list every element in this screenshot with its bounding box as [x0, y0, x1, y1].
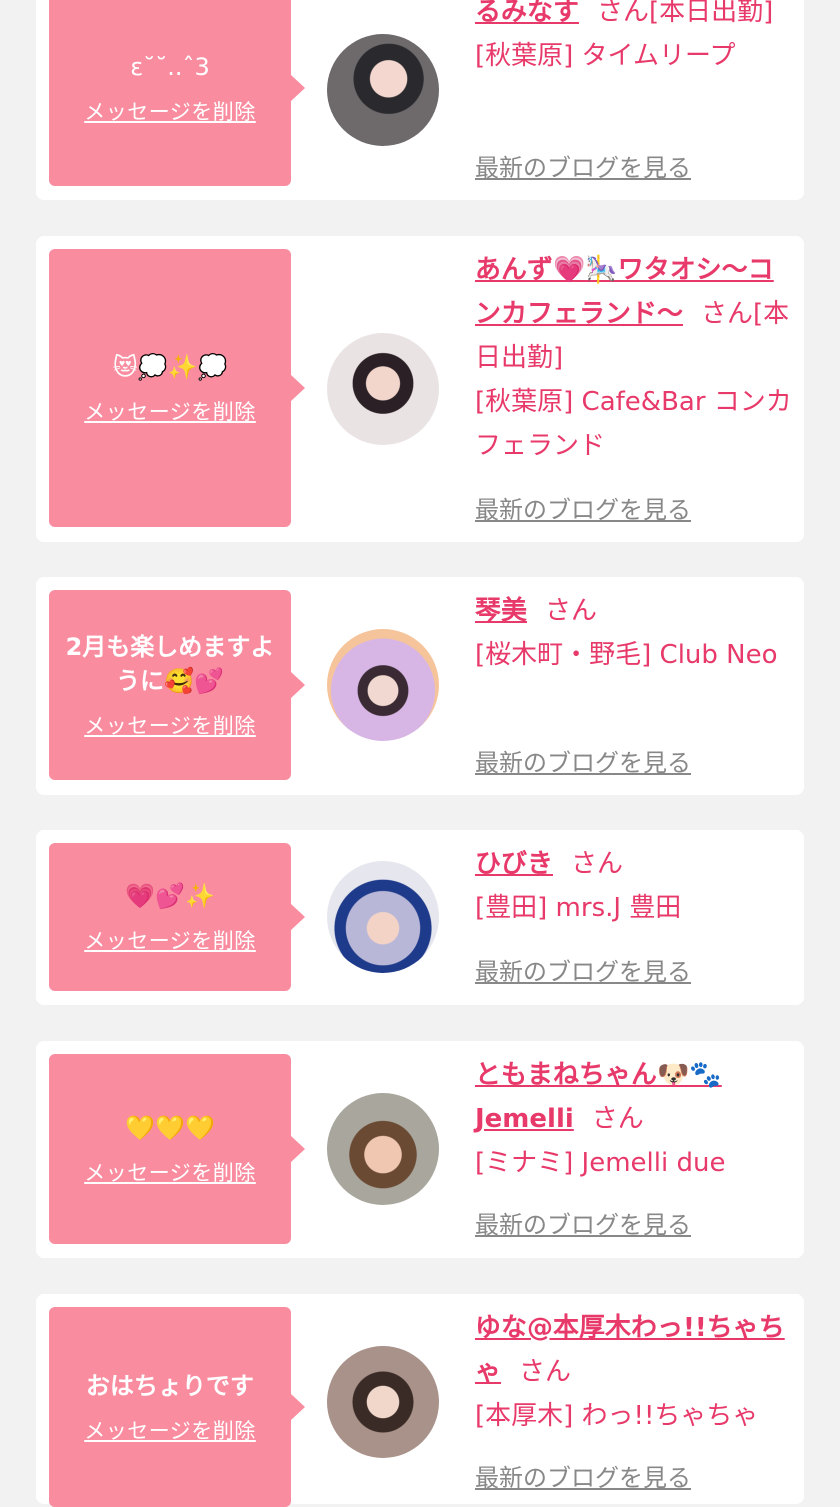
message-bubble: おはちょりです メッセージを削除: [49, 1307, 305, 1507]
message-text: 💛💛💛: [125, 1114, 215, 1142]
profile-info: ともまねちゃん🐶🐾Jemelli さん [ミナミ] Jemelli due: [475, 1053, 793, 1185]
girl-name-link[interactable]: ひびき: [475, 849, 553, 879]
latest-blog-link[interactable]: 最新のブログを見る: [475, 490, 691, 525]
avatar[interactable]: [327, 1346, 439, 1458]
profile-info: あんず💗🎠ワタオシ〜コンカフェランド〜 さん[本日出勤] [秋葉原] Cafe&B…: [475, 248, 793, 468]
shop-label: [ミナミ] Jemelli due: [475, 1148, 726, 1178]
message-card: ε˘˘..ˆ3 メッセージを削除 るみなす さん[本日出勤] [秋葉原] タイムリ…: [36, 0, 804, 200]
message-bubble: ε˘˘..ˆ3 メッセージを削除: [49, 0, 305, 186]
delete-message-link[interactable]: メッセージを削除: [84, 1415, 256, 1445]
message-card: 💛💛💛 メッセージを削除 ともまねちゃん🐶🐾Jemelli さん [ミナミ] Je…: [36, 1041, 804, 1258]
girl-name-link[interactable]: 琴美: [475, 596, 527, 626]
avatar[interactable]: [327, 629, 439, 741]
shop-label: [秋葉原] タイムリープ: [475, 41, 736, 71]
message-text: ε˘˘..ˆ3: [130, 53, 210, 81]
name-suffix: さん: [571, 849, 624, 879]
latest-blog-link[interactable]: 最新のブログを見る: [475, 952, 691, 987]
name-suffix: さん[本日出勤]: [597, 0, 774, 27]
name-suffix: さん: [545, 596, 598, 626]
profile-info: ゆな@本厚木わっ!!ちゃちゃ さん [本厚木] わっ!!ちゃちゃ: [475, 1306, 793, 1438]
shop-label: [秋葉原] Cafe&Bar コンカフェランド: [475, 387, 792, 461]
delete-message-link[interactable]: メッセージを削除: [84, 925, 256, 955]
latest-blog-link[interactable]: 最新のブログを見る: [475, 148, 691, 183]
name-suffix: さん: [591, 1104, 644, 1134]
name-suffix: さん: [519, 1357, 572, 1387]
profile-info: るみなす さん[本日出勤] [秋葉原] タイムリープ: [475, 0, 793, 78]
avatar[interactable]: [327, 333, 439, 445]
message-text: おはちょりです: [86, 1372, 254, 1400]
latest-blog-link[interactable]: 最新のブログを見る: [475, 743, 691, 778]
delete-message-link[interactable]: メッセージを削除: [84, 710, 256, 740]
avatar[interactable]: [327, 1093, 439, 1205]
message-bubble: 💗💕✨ メッセージを削除: [49, 843, 305, 991]
message-text: 💗💕✨: [125, 882, 215, 910]
shop-label: [豊田] mrs.J 豊田: [475, 893, 682, 923]
message-card: 💗💕✨ メッセージを削除 ひびき さん [豊田] mrs.J 豊田 最新のブログを…: [36, 830, 804, 1005]
message-card: 2月も楽しめますように🥰💕 メッセージを削除 琴美 さん [桜木町・野毛] Clu…: [36, 577, 804, 795]
message-text: 😻💭✨💭: [112, 353, 228, 381]
message-card: 😻💭✨💭 メッセージを削除 あんず💗🎠ワタオシ〜コンカフェランド〜 さん[本日出勤…: [36, 236, 804, 542]
girl-name-link[interactable]: るみなす: [475, 0, 579, 27]
delete-message-link[interactable]: メッセージを削除: [84, 396, 256, 426]
message-bubble: 😻💭✨💭 メッセージを削除: [49, 249, 305, 527]
delete-message-link[interactable]: メッセージを削除: [84, 1157, 256, 1187]
message-text: 2月も楽しめますように🥰💕: [65, 633, 275, 695]
profile-info: 琴美 さん [桜木町・野毛] Club Neo: [475, 589, 793, 677]
shop-label: [桜木町・野毛] Club Neo: [475, 640, 778, 670]
delete-message-link[interactable]: メッセージを削除: [84, 96, 256, 126]
shop-label: [本厚木] わっ!!ちゃちゃ: [475, 1401, 759, 1431]
avatar[interactable]: [327, 34, 439, 146]
profile-info: ひびき さん [豊田] mrs.J 豊田: [475, 842, 793, 930]
message-card: おはちょりです メッセージを削除 ゆな@本厚木わっ!!ちゃちゃ さん [本厚木] …: [36, 1294, 804, 1507]
message-bubble: 2月も楽しめますように🥰💕 メッセージを削除: [49, 590, 305, 780]
latest-blog-link[interactable]: 最新のブログを見る: [475, 1205, 691, 1240]
message-bubble: 💛💛💛 メッセージを削除: [49, 1054, 305, 1244]
avatar[interactable]: [327, 861, 439, 973]
